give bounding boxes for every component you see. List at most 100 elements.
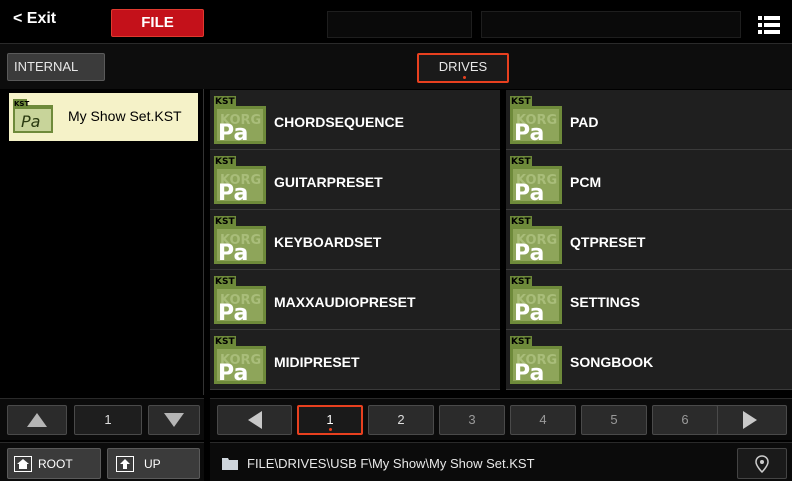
pa-folder-icon: KST KORG Pa	[510, 94, 566, 150]
home-icon	[14, 456, 32, 472]
page-number: 1	[326, 412, 334, 427]
pa-folder-icon: KST KORG Pa	[510, 334, 566, 390]
up-button[interactable]: UP	[107, 448, 200, 479]
root-label: ROOT	[38, 457, 73, 471]
folder-item[interactable]: KST KORG Pa PCM	[506, 150, 792, 210]
page-indicator: 1	[74, 405, 142, 435]
drives-label: DRIVES	[438, 59, 488, 74]
triangle-right-icon	[743, 411, 757, 429]
path-bar: FILE\DRIVES\USB F\My Show\My Show Set.KS…	[210, 442, 792, 481]
icon-pa-text: Pa	[218, 121, 248, 146]
folder-item[interactable]: KST KORG Pa MAXXAUDIOPRESET	[210, 270, 500, 330]
icon-badge-text: KST	[215, 337, 235, 347]
exit-button[interactable]: < Exit	[13, 10, 56, 28]
left-pager: 1	[0, 398, 204, 440]
page-button[interactable]: 1	[297, 405, 363, 435]
file-tab[interactable]: FILE	[111, 9, 204, 37]
pa-folder-icon: KST KORG Pa	[214, 154, 270, 210]
folder-icon	[222, 458, 238, 470]
navigation-buttons: ROOT UP	[0, 442, 204, 481]
pa-folder-icon: KST KORG Pa	[510, 274, 566, 330]
folder-label: PAD	[570, 114, 599, 130]
folder-label: MIDIPRESET	[274, 354, 360, 370]
page-number: 3	[468, 412, 476, 427]
icon-badge-text: KST	[511, 217, 531, 227]
icon-pa-text: Pa	[218, 301, 248, 326]
selected-dot	[463, 76, 466, 79]
folder-item[interactable]: KST KORG Pa PAD	[506, 90, 792, 150]
page-number: 2	[397, 412, 405, 427]
page-button[interactable]: 6	[652, 405, 718, 435]
folder-item[interactable]: KST KORG Pa SETTINGS	[506, 270, 792, 330]
page-button[interactable]: 2	[368, 405, 434, 435]
pa-folder-icon: KST KORG Pa	[510, 154, 566, 210]
menu-icon[interactable]	[758, 15, 780, 35]
root-button[interactable]: ROOT	[7, 448, 101, 479]
folder-label: MAXXAUDIOPRESET	[274, 294, 416, 310]
icon-badge-text: KST	[215, 277, 235, 287]
folder-item[interactable]: KST KORG Pa MIDIPRESET	[210, 330, 500, 390]
triangle-up-icon	[27, 413, 47, 427]
icon-pa-text: Pa	[514, 121, 544, 146]
folder-label: KEYBOARDSET	[274, 234, 382, 250]
icon-badge-text: KST	[511, 157, 531, 167]
next-page-button[interactable]	[713, 405, 787, 435]
up-label: UP	[144, 457, 161, 471]
triangle-down-icon	[164, 413, 184, 427]
folder-item[interactable]: KST KORG Pa KEYBOARDSET	[210, 210, 500, 270]
page-number: 6	[681, 412, 689, 427]
icon-pa-text: Pa	[218, 181, 248, 206]
icon-badge-text: KST	[215, 97, 235, 107]
icon-badge-text: KST	[215, 217, 235, 227]
pa-folder-icon: KST KORG Pa	[214, 94, 270, 150]
top-field-left	[327, 11, 472, 38]
scroll-down-button[interactable]	[148, 405, 200, 435]
source-bar: INTERNAL DRIVES	[0, 43, 792, 89]
page-button[interactable]: 4	[510, 405, 576, 435]
list-item-selected[interactable]: KST Pa My Show Set.KST	[9, 93, 198, 141]
icon-pa-text: Pa	[514, 301, 544, 326]
top-field-right	[481, 11, 741, 38]
icon-pa-text: Pa	[514, 241, 544, 266]
icon-pa-text: Pa	[514, 181, 544, 206]
triangle-left-icon	[247, 411, 262, 429]
icon-pa-text: Pa	[218, 361, 248, 386]
folder-label: SONGBOOK	[570, 354, 654, 370]
folder-label: GUITARPRESET	[274, 174, 383, 190]
folder-grid: KST KORG Pa CHORDSEQUENCE KST KORG Pa PAD KST KOR…	[210, 90, 792, 395]
icon-pa-text: Pa	[514, 361, 544, 386]
left-file-list: KST Pa My Show Set.KST	[0, 89, 204, 395]
selected-dot	[329, 428, 332, 431]
page-number: 4	[539, 412, 547, 427]
locate-button[interactable]	[737, 448, 787, 479]
icon-badge-text: KST	[511, 337, 531, 347]
icon-pa-text: Pa	[218, 241, 248, 266]
folder-label: CHORDSEQUENCE	[274, 114, 404, 130]
prev-page-button[interactable]	[217, 405, 292, 435]
folder-item[interactable]: KST KORG Pa QTPRESET	[506, 210, 792, 270]
page-number: 5	[610, 412, 618, 427]
location-pin-icon	[755, 455, 769, 473]
pa-file-icon: KST Pa	[13, 99, 53, 137]
folder-item[interactable]: KST KORG Pa CHORDSEQUENCE	[210, 90, 500, 150]
folder-item[interactable]: KST KORG Pa SONGBOOK	[506, 330, 792, 390]
icon-badge-text: KST	[511, 277, 531, 287]
icon-pa-text: Pa	[21, 112, 40, 131]
folder-label: QTPRESET	[570, 234, 646, 250]
folder-item[interactable]: KST KORG Pa GUITARPRESET	[210, 150, 500, 210]
internal-button[interactable]: INTERNAL	[7, 53, 105, 81]
drives-button[interactable]: DRIVES	[417, 53, 509, 83]
folder-label: PCM	[570, 174, 602, 190]
icon-badge-text: KST	[511, 97, 531, 107]
page-button[interactable]: 3	[439, 405, 505, 435]
current-path: FILE\DRIVES\USB F\My Show\My Show Set.KS…	[247, 456, 535, 471]
icon-badge-text: KST	[215, 157, 235, 167]
pa-folder-icon: KST KORG Pa	[214, 334, 270, 390]
scroll-up-button[interactable]	[7, 405, 67, 435]
page-button[interactable]: 5	[581, 405, 647, 435]
up-arrow-icon	[116, 456, 134, 472]
folder-label: SETTINGS	[570, 294, 641, 310]
top-bar: < Exit FILE	[0, 0, 792, 43]
grid-pager: 1 2 3 4 5 6	[210, 398, 792, 440]
list-item-label: My Show Set.KST	[68, 108, 182, 124]
